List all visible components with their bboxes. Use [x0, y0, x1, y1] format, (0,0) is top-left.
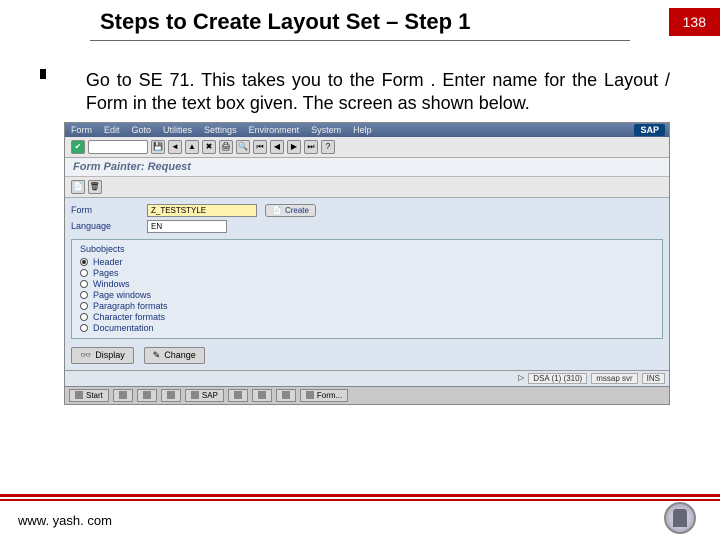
task-item[interactable] — [113, 389, 133, 402]
radio-documentation[interactable] — [80, 324, 88, 332]
command-field[interactable] — [88, 140, 148, 154]
app-icon — [143, 391, 151, 399]
radio-character-formats-label: Character formats — [93, 312, 165, 322]
radio-page-windows[interactable] — [80, 291, 88, 299]
app-icon — [119, 391, 127, 399]
help-icon[interactable]: ? — [321, 140, 335, 154]
save-icon[interactable]: 💾 — [151, 140, 165, 154]
start-button[interactable]: Start — [69, 389, 109, 402]
exit-icon[interactable]: ▲ — [185, 140, 199, 154]
subobjects-group: Subobjects Header Pages Windows Page win… — [71, 239, 663, 339]
form-name-input[interactable]: Z_TESTSTYLE — [147, 204, 257, 217]
glasses-icon: 👓 — [80, 350, 91, 361]
sap-app-toolbar: 📄 🗑 — [65, 177, 669, 198]
sap-screenshot-frame: Form Edit Goto Utilities Settings Enviro… — [64, 122, 670, 405]
footer-logo-icon — [664, 502, 696, 534]
status-system: DSA (1) (310) — [528, 373, 587, 384]
sap-task-icon — [191, 391, 199, 399]
windows-icon — [75, 391, 83, 399]
footer-url: www. yash. com — [18, 513, 112, 528]
find-icon[interactable]: 🔍 — [236, 140, 250, 154]
menu-system[interactable]: System — [311, 125, 341, 135]
menu-environment[interactable]: Environment — [249, 125, 300, 135]
menu-goto[interactable]: Goto — [132, 125, 152, 135]
windows-taskbar: Start SAP Form... — [65, 386, 669, 404]
task-sap[interactable]: SAP — [185, 389, 224, 402]
bullet-icon — [40, 69, 46, 79]
tool-icon-1[interactable]: 📄 — [71, 180, 85, 194]
language-label: Language — [71, 221, 139, 231]
slide-title: Steps to Create Layout Set – Step 1 — [0, 9, 470, 35]
app-icon — [167, 391, 175, 399]
body-text-content: Go to SE 71. This takes you to the Form … — [58, 69, 670, 116]
display-button[interactable]: 👓Display — [71, 347, 134, 364]
sap-menubar: Form Edit Goto Utilities Settings Enviro… — [65, 123, 669, 137]
next-page-icon[interactable]: ▶ — [287, 140, 301, 154]
pencil-icon: ✎ — [153, 350, 161, 361]
radio-character-formats[interactable] — [80, 313, 88, 321]
status-arrow-icon: ▷ — [518, 373, 524, 384]
task-item[interactable] — [228, 389, 248, 402]
status-server: mssap svr — [591, 373, 637, 384]
radio-paragraph-formats-label: Paragraph formats — [93, 301, 168, 311]
create-button[interactable]: 📄Create — [265, 204, 316, 217]
page-number-badge: 138 — [669, 8, 720, 36]
sap-toolbar: ✔ 💾 ◄ ▲ ✖ 🖨 🔍 ⏮ ◀ ▶ ⏭ ? — [65, 137, 669, 158]
menu-settings[interactable]: Settings — [204, 125, 237, 135]
radio-pages-label: Pages — [93, 268, 119, 278]
radio-windows-label: Windows — [93, 279, 130, 289]
status-mode: INS — [642, 373, 665, 384]
cancel-icon[interactable]: ✖ — [202, 140, 216, 154]
radio-header-label: Header — [93, 257, 123, 267]
language-input[interactable]: EN — [147, 220, 227, 233]
app-icon — [258, 391, 266, 399]
sap-body: Form Z_TESTSTYLE 📄Create Language EN Sub… — [65, 198, 669, 370]
task-item[interactable] — [137, 389, 157, 402]
sap-screen-title: Form Painter: Request — [65, 158, 669, 177]
radio-windows[interactable] — [80, 280, 88, 288]
radio-paragraph-formats[interactable] — [80, 302, 88, 310]
radio-page-windows-label: Page windows — [93, 290, 151, 300]
back-icon[interactable]: ◄ — [168, 140, 182, 154]
prev-page-icon[interactable]: ◀ — [270, 140, 284, 154]
last-page-icon[interactable]: ⏭ — [304, 140, 318, 154]
task-item[interactable] — [252, 389, 272, 402]
radio-header[interactable] — [80, 258, 88, 266]
first-page-icon[interactable]: ⏮ — [253, 140, 267, 154]
enter-icon[interactable]: ✔ — [71, 140, 85, 154]
radio-documentation-label: Documentation — [93, 323, 154, 333]
print-icon[interactable]: 🖨 — [219, 140, 233, 154]
menu-help[interactable]: Help — [353, 125, 372, 135]
footer-divider — [0, 497, 720, 500]
radio-pages[interactable] — [80, 269, 88, 277]
task-item[interactable] — [276, 389, 296, 402]
app-icon — [282, 391, 290, 399]
menu-form[interactable]: Form — [71, 125, 92, 135]
form-task-icon — [306, 391, 314, 399]
tool-icon-2[interactable]: 🗑 — [88, 180, 102, 194]
menu-utilities[interactable]: Utilities — [163, 125, 192, 135]
body-paragraph: Go to SE 71. This takes you to the Form … — [0, 41, 720, 122]
change-button[interactable]: ✎Change — [144, 347, 205, 364]
create-icon: 📄 — [272, 206, 282, 215]
form-label: Form — [71, 205, 139, 215]
menu-edit[interactable]: Edit — [104, 125, 120, 135]
app-icon — [234, 391, 242, 399]
task-item[interactable] — [161, 389, 181, 402]
sap-logo: SAP — [634, 124, 665, 136]
subobjects-title: Subobjects — [80, 244, 654, 254]
sap-statusbar: ▷ DSA (1) (310) mssap svr INS — [65, 370, 669, 386]
task-form[interactable]: Form... — [300, 389, 348, 402]
